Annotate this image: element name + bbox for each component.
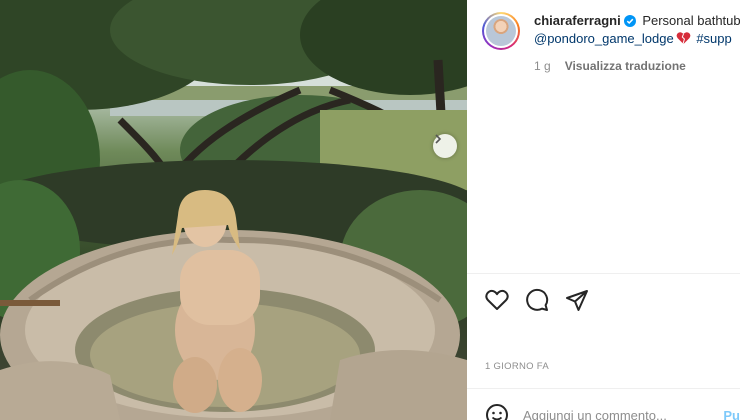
broken-heart-emoji-icon [676, 32, 691, 45]
like-button[interactable] [485, 288, 509, 312]
time-ago: 1 g [534, 59, 551, 73]
comment-input[interactable] [523, 407, 693, 420]
caption-meta: 1 g Visualizza traduzione [534, 59, 686, 73]
verified-badge-icon [623, 15, 636, 27]
username-link[interactable]: chiaraferragni [534, 13, 621, 28]
comment-row: Pu [485, 403, 740, 420]
caption: chiaraferragni Personal bathtub @pondoro… [534, 12, 740, 50]
post-comment-button[interactable]: Pu [723, 408, 740, 420]
carousel-next-button[interactable] [433, 134, 457, 158]
caption-text: Personal bathtub [642, 13, 740, 28]
hashtag-link[interactable]: #supp [696, 31, 731, 46]
photo-scene [0, 0, 467, 420]
heart-icon [485, 289, 509, 310]
avatar-image [486, 16, 516, 46]
share-button[interactable] [565, 288, 589, 312]
action-bar [485, 288, 589, 312]
divider [467, 388, 740, 389]
post-date: 1 GIORNO FA [485, 361, 550, 372]
comment-bubble-icon [526, 288, 549, 311]
comment-button[interactable] [525, 288, 549, 312]
chevron-right-icon [435, 134, 442, 144]
post-details-pane: chiaraferragni Personal bathtub @pondoro… [467, 0, 740, 420]
emoji-smiley-icon[interactable] [485, 403, 509, 420]
translate-button[interactable]: Visualizza traduzione [565, 59, 686, 73]
mention-link[interactable]: @pondoro_game_lodge [534, 31, 674, 46]
paper-plane-icon [566, 290, 588, 311]
post-photo[interactable] [0, 0, 467, 420]
caption-row: chiaraferragni Personal bathtub @pondoro… [482, 12, 740, 50]
divider [467, 273, 740, 274]
avatar[interactable] [482, 12, 520, 50]
